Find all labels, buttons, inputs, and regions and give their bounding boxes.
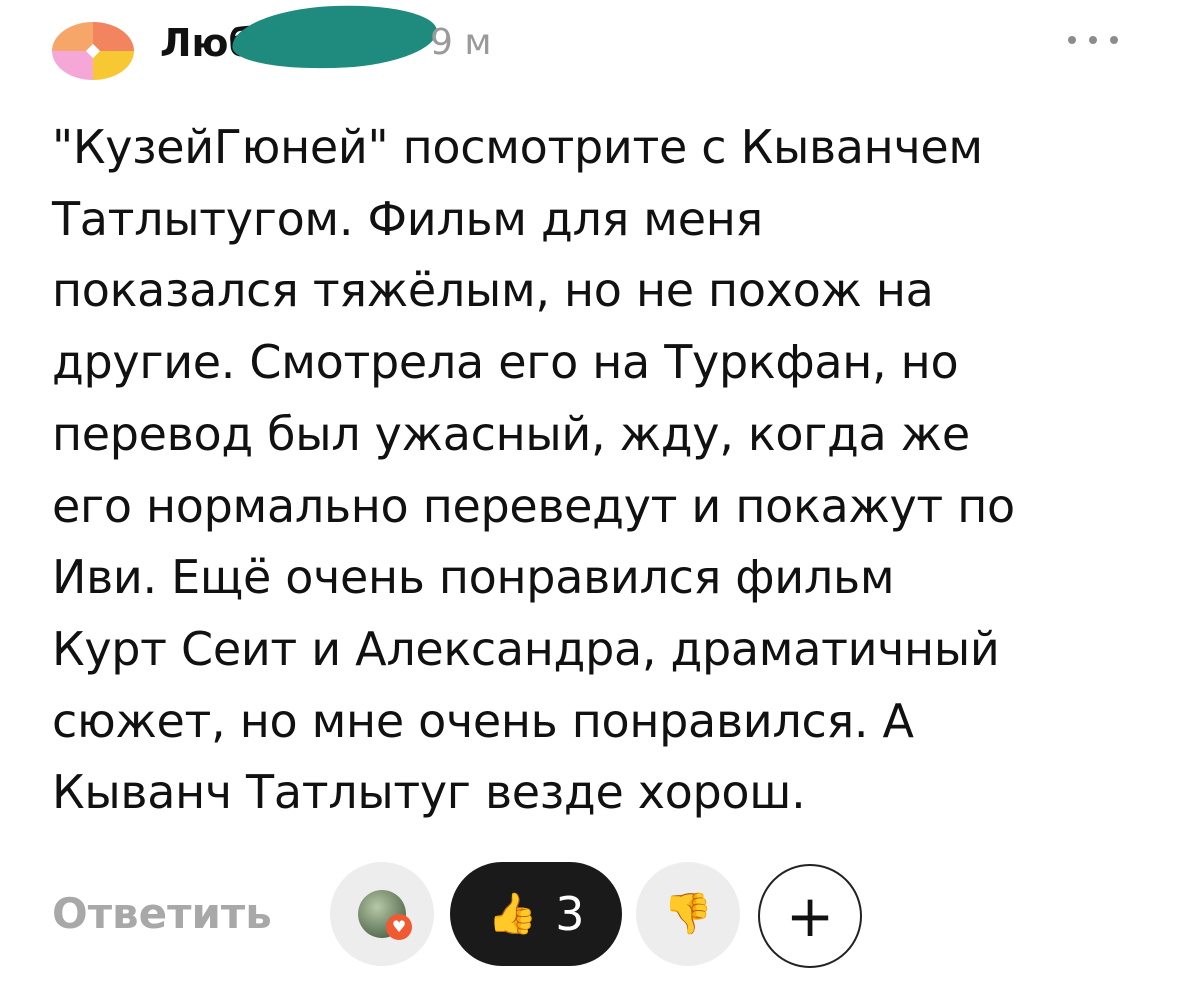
comment-line: показался тяжёлым, но не похож на xyxy=(52,263,934,318)
avatar-segment xyxy=(93,51,134,80)
thumbs-down-icon: 👎 xyxy=(663,891,713,937)
comment-line: перевод был ужасный, жду, когда же xyxy=(52,406,970,461)
comment-line: Кыванч Татлытуг везде хорош. xyxy=(52,765,806,820)
more-dots-icon[interactable] xyxy=(1068,28,1118,52)
dot xyxy=(1089,36,1097,44)
reactors-button[interactable]: ♥ xyxy=(330,862,434,966)
comment-line: сюжет, но мне очень понравился. А xyxy=(52,693,914,748)
redaction-scribble xyxy=(230,0,439,74)
avatar-segment xyxy=(93,22,134,51)
reply-button[interactable]: Ответить xyxy=(52,884,272,944)
comment-line: Курт Сеит и Александра, драматичный xyxy=(52,621,1000,676)
avatar-segment xyxy=(52,51,93,80)
thumbs-up-icon: 👍 xyxy=(487,891,538,937)
avatar-segment xyxy=(52,22,93,51)
comment-card: Люб 9 м "КузейГюней" посмотрите с Кыванч… xyxy=(0,0,1200,1000)
comment-line: Иви. Ещё очень понравился фильм xyxy=(52,550,895,605)
like-button[interactable]: 👍 3 xyxy=(450,862,622,966)
reactor-avatar: ♥ xyxy=(358,890,412,940)
plus-icon: + xyxy=(785,882,835,950)
dislike-button[interactable]: 👎 xyxy=(636,862,740,966)
comment-line: другие. Смотрела его на Туркфан, но xyxy=(52,335,959,390)
comment-text: "КузейГюней" посмотрите с Кыванчем Татлы… xyxy=(52,112,1162,829)
add-reaction-button[interactable]: + xyxy=(758,864,862,968)
like-count: 3 xyxy=(555,887,585,941)
comment-line: "КузейГюней" посмотрите с Кыванчем xyxy=(52,120,983,174)
dot xyxy=(1068,36,1076,44)
comment-line: Татлытугом. Фильм для меня xyxy=(52,191,763,246)
comment-time: 9 м xyxy=(430,22,492,63)
heart-icon: ♥ xyxy=(386,914,412,940)
dot xyxy=(1110,36,1118,44)
comment-line: его нормально переведут и покажут по xyxy=(52,478,1015,533)
author-avatar[interactable] xyxy=(52,22,134,80)
